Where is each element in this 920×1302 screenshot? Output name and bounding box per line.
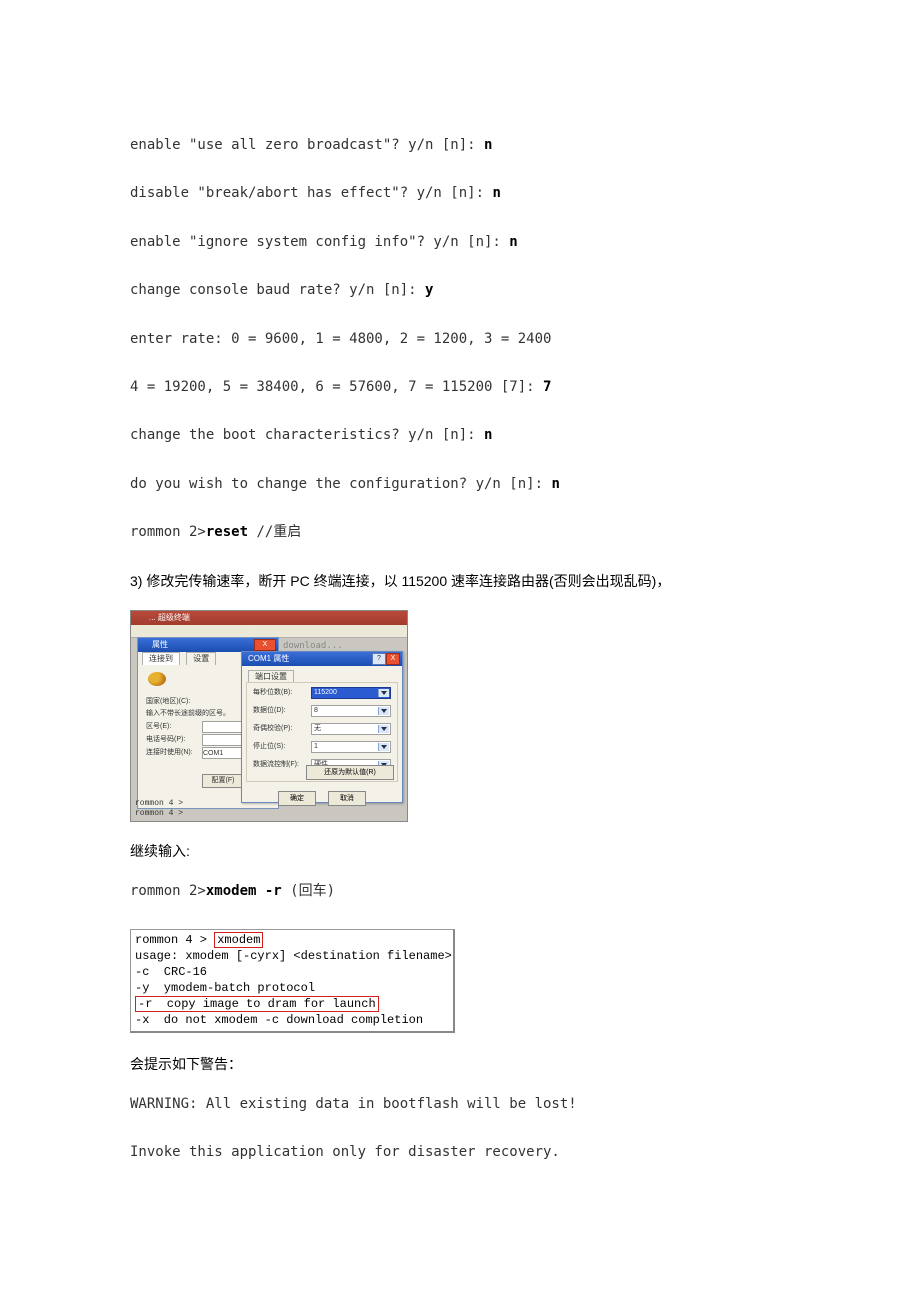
label-stopbits: 停止位(S): [253,741,285,752]
ok-button[interactable]: 确定 [278,791,316,806]
terminal-line-4: change console baud rate? y/n [n]: y [130,279,790,301]
cancel-button[interactable]: 取消 [328,791,366,806]
app-title: ... 超级终端 [149,612,190,625]
terminal-line-2: disable "break/abort has effect"? y/n [n… [130,182,790,204]
note-text: (回车) [290,883,335,899]
properties-title: 属性 [152,640,168,649]
user-input: 7 [543,379,551,395]
hyperterminal-screenshot: ... 超级终端 download... 属性 X 连接到 设置 国家(地区)(… [130,610,408,822]
row-baud: 每秒位数(B): 115200 [253,687,391,699]
com-titlebar: COM1 属性 ? X [242,652,402,666]
comment-text: //重启 [256,524,301,540]
select-parity-value: 无 [314,725,321,732]
terminal-line-xmodem: rommon 2>xmodem -r (回车) [130,880,790,902]
prompt-text: change console baud rate? y/n [n]: [130,282,425,298]
prompt-text: rommon 2> [130,883,206,899]
configure-button[interactable]: 配置(F) [202,774,244,788]
select-stopbits-value: 1 [314,743,318,750]
prompt-text: rommon 2> [130,524,206,540]
user-input: n [484,427,492,443]
restore-defaults-button[interactable]: 还原为默认值(R) [306,765,394,780]
select-baud[interactable]: 115200 [311,687,391,699]
warning-line-1: WARNING: All existing data in bootflash … [130,1093,790,1115]
tab-settings[interactable]: 设置 [186,652,216,665]
terminal-line-7: change the boot characteristics? y/n [n]… [130,424,790,446]
properties-titlebar: 属性 X [138,638,278,652]
prompt-text: 4 = 19200, 5 = 38400, 6 = 57600, 7 = 115… [130,379,543,395]
terminal-line-9: rommon 2>reset //重启 [130,521,790,543]
close-icon[interactable]: X [254,639,276,651]
chevron-down-icon [378,725,389,733]
com-properties-dialog: COM1 属性 ? X 端口设置 每秒位数(B): 115200 数据位(D):… [241,651,403,803]
opt-y: -y ymodem-batch protocol [135,981,315,995]
select-databits[interactable]: 8 [311,705,391,717]
com-title: COM1 属性 [248,654,289,663]
warning-header: 会提示如下警告： [130,1053,790,1075]
close-icon[interactable]: X [386,653,400,665]
row-parity: 奇偶校验(P): 无 [253,723,391,735]
user-input: n [509,234,517,250]
highlight-xmodem: xmodem [214,932,263,948]
step-3-text: 3) 修改完传输速率，断开 PC 终端连接，以 115200 速率连接路由器(否… [130,570,790,592]
dialog-buttons: 确定 取消 [242,784,402,800]
prompt-text: do you wish to change the configuration?… [130,476,551,492]
user-input: n [551,476,559,492]
terminal-line-1: enable "use all zero broadcast"? y/n [n]… [130,134,790,156]
terminal-output: rommon 4 > rommon 4 > [135,799,183,819]
opt-x: -x do not xmodem -c download completion [135,1013,423,1027]
prompt-text: disable "break/abort has effect"? y/n [n… [130,185,492,201]
connection-icon [148,672,166,686]
prompt-text: enable "use all zero broadcast"? y/n [n]… [130,137,484,153]
user-input: y [425,282,433,298]
label-flowcontrol: 数据流控制(F): [253,759,299,770]
terminal-line-3: enable "ignore system config info"? y/n … [130,231,790,253]
prompt-text: change the boot characteristics? y/n [n]… [130,427,484,443]
continue-label: 继续输入: [130,840,790,862]
prompt-text: enable "ignore system config info"? y/n … [130,234,509,250]
user-input: n [492,185,500,201]
chevron-down-icon [378,689,389,697]
app-titlebar: ... 超级终端 [131,611,407,625]
highlight-opt-r: -r copy image to dram for launch [135,996,379,1012]
terminal-line-8: do you wish to change the configuration?… [130,473,790,495]
warning-line-2: Invoke this application only for disaste… [130,1141,790,1163]
select-stopbits[interactable]: 1 [311,741,391,753]
terminal-line-5: enter rate: 0 = 9600, 1 = 4800, 2 = 1200… [130,328,790,350]
terminal-line-6: 4 = 19200, 5 = 38400, 6 = 57600, 7 = 115… [130,376,790,398]
label-parity: 奇偶校验(P): [253,723,292,734]
xmodem-usage-screenshot: rommon 4 > xmodem usage: xmodem [-cyrx] … [130,929,455,1033]
chevron-down-icon [378,707,389,715]
chevron-down-icon [378,743,389,751]
select-parity[interactable]: 无 [311,723,391,735]
label-baud: 每秒位数(B): [253,687,292,698]
prompt-text: enter rate: 0 = 9600, 1 = 4800, 2 = 1200… [130,331,551,347]
prompt: rommon 4 > [135,933,214,947]
document-page: enable "use all zero broadcast"? y/n [n]… [0,0,920,1270]
select-databits-value: 8 [314,707,318,714]
row-stopbits: 停止位(S): 1 [253,741,391,753]
user-command: reset [206,524,257,540]
user-input: n [484,137,492,153]
help-icon[interactable]: ? [372,653,386,665]
user-command: xmodem -r [206,883,290,899]
usage-line: usage: xmodem [-cyrx] <destination filen… [135,949,452,963]
opt-c: -c CRC-16 [135,965,207,979]
label-databits: 数据位(D): [253,705,286,716]
row-databits: 数据位(D): 8 [253,705,391,717]
tab-connect-to[interactable]: 连接到 [142,652,180,665]
select-baud-value: 115200 [314,689,337,696]
